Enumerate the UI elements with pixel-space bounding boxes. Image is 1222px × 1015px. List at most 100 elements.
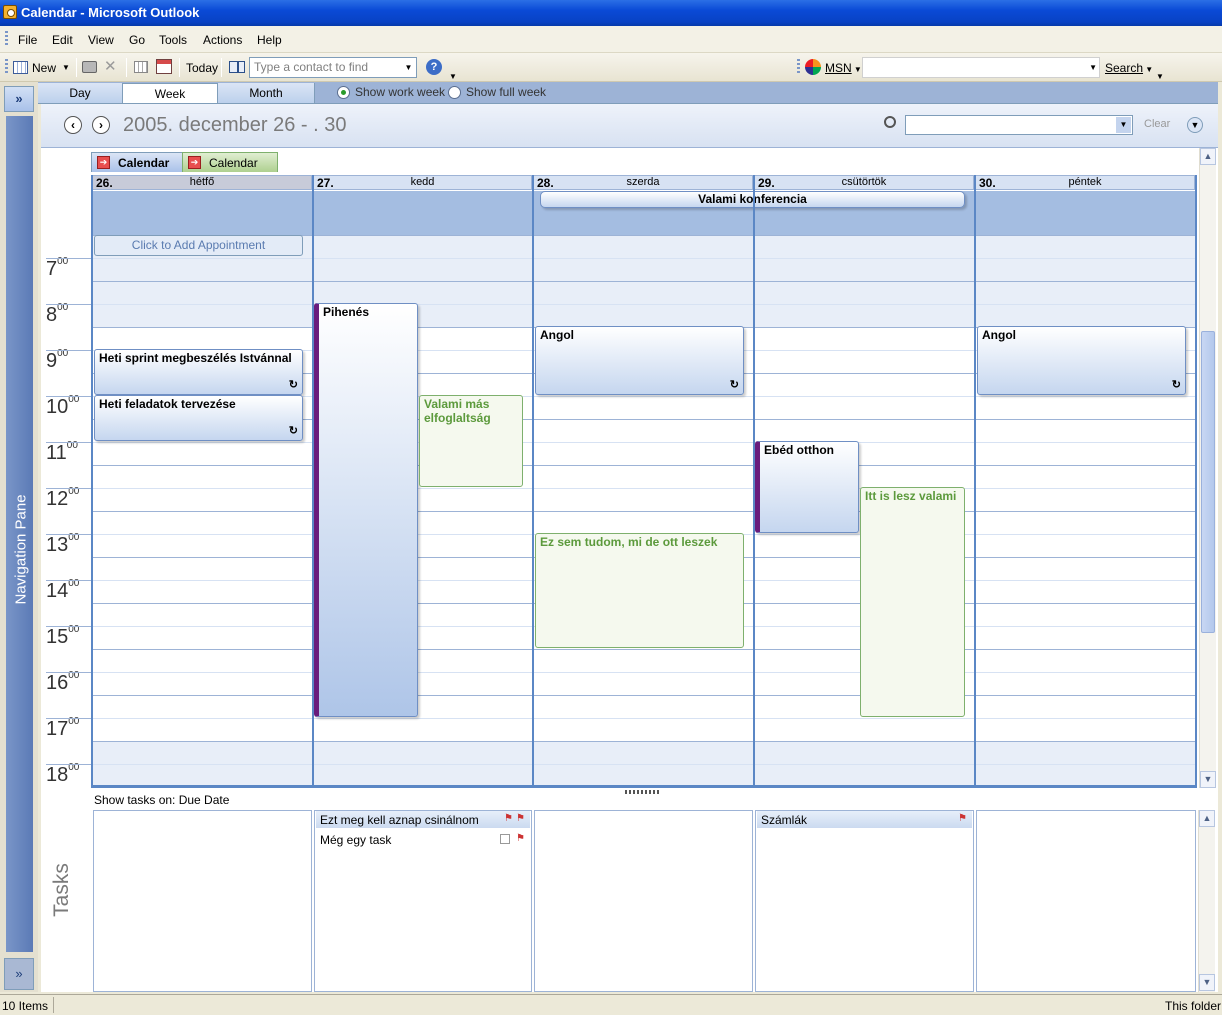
- time-slot[interactable]: [92, 304, 1196, 327]
- today-button[interactable]: Today: [186, 58, 218, 78]
- print-icon[interactable]: [82, 61, 97, 73]
- menu-go[interactable]: Go: [129, 33, 145, 47]
- appointment-heti-sprint[interactable]: Heti sprint megbeszélés Istvánnal ↻: [94, 349, 303, 395]
- forward-arrow-icon[interactable]: ›: [92, 116, 110, 134]
- day-header-28[interactable]: 28. szerda: [533, 175, 753, 190]
- task-item[interactable]: Ezt meg kell aznap csinálnom ⚑ ⚑: [316, 811, 530, 829]
- search-icon[interactable]: [884, 116, 896, 128]
- appointment-valami-mas[interactable]: Valami más elfoglaltság: [419, 395, 523, 487]
- time-slot[interactable]: [92, 649, 1196, 672]
- time-slot[interactable]: [92, 764, 1196, 787]
- scroll-thumb[interactable]: [1201, 331, 1215, 633]
- time-slot[interactable]: [92, 511, 1196, 534]
- time-slot[interactable]: [92, 442, 1196, 465]
- clear-button[interactable]: Clear: [1144, 118, 1170, 130]
- new-dropdown-arrow-icon[interactable]: ▼: [62, 58, 70, 78]
- expand-navigation-pane-button[interactable]: »: [4, 86, 34, 112]
- calendar-tab-secondary[interactable]: ➔ Calendar: [182, 152, 278, 172]
- task-item[interactable]: Még egy task ⚑: [316, 831, 530, 849]
- navigation-pane-bar[interactable]: Navigation Pane: [6, 116, 33, 952]
- task-checkbox[interactable]: [500, 834, 510, 844]
- menu-grip[interactable]: [5, 31, 8, 47]
- time-slot[interactable]: [92, 672, 1196, 695]
- search-dropdown-icon[interactable]: ▼: [1116, 117, 1131, 133]
- address-book-icon[interactable]: [229, 61, 245, 73]
- show-full-week-radio[interactable]: [448, 86, 461, 99]
- menu-actions[interactable]: Actions: [203, 33, 242, 47]
- day-header-27[interactable]: 27. kedd: [313, 175, 532, 190]
- calendar-overlay-arrow-icon[interactable]: ➔: [188, 156, 201, 169]
- time-slot[interactable]: [92, 258, 1196, 281]
- msn-button[interactable]: MSN ▼: [825, 58, 862, 78]
- menu-tools[interactable]: Tools: [159, 33, 187, 47]
- scroll-down-icon[interactable]: ▼: [1199, 974, 1215, 991]
- time-slot[interactable]: [92, 281, 1196, 304]
- appointment-itt-is-lesz[interactable]: Itt is lesz valami: [860, 487, 965, 717]
- time-slot[interactable]: [92, 718, 1196, 741]
- search-button[interactable]: Search ▼: [1105, 58, 1153, 78]
- delete-icon[interactable]: ✕: [104, 57, 117, 77]
- toolbar-grip[interactable]: [5, 59, 8, 75]
- contact-search-placeholder: Type a contact to find: [254, 60, 369, 74]
- appointment-pihenes[interactable]: Pihenés: [314, 303, 418, 717]
- time-slot[interactable]: [92, 695, 1196, 718]
- msn-toolbar-grip[interactable]: [797, 59, 800, 75]
- tab-month[interactable]: Month: [218, 83, 315, 103]
- time-grid[interactable]: [92, 235, 1196, 787]
- appointment-title: Ebéd otthon: [764, 443, 834, 457]
- msn-search-dropdown-icon[interactable]: ▼: [1089, 58, 1097, 78]
- expand-query-builder-icon[interactable]: ▼: [1187, 117, 1203, 133]
- task-item[interactable]: Számlák ⚑: [757, 811, 972, 829]
- view-grid-icon[interactable]: [134, 61, 148, 73]
- calendar-overlay-arrow-icon[interactable]: ➔: [97, 156, 110, 169]
- task-column-29[interactable]: Számlák ⚑: [755, 810, 974, 992]
- calendar-search-input[interactable]: ▼: [905, 115, 1133, 135]
- task-column-28[interactable]: [534, 810, 753, 992]
- menu-help[interactable]: Help: [257, 33, 282, 47]
- task-column-27[interactable]: Ezt meg kell aznap csinálnom ⚑ ⚑ Még egy t…: [314, 810, 532, 992]
- time-slot[interactable]: [92, 465, 1196, 488]
- menu-file[interactable]: File: [18, 33, 37, 47]
- scroll-up-icon[interactable]: ▲: [1199, 810, 1215, 827]
- appointment-angol-pentek[interactable]: Angol ↻: [977, 326, 1186, 395]
- contact-dropdown-arrow-icon[interactable]: ▼: [401, 58, 416, 77]
- day-header-26[interactable]: 26. hétfő: [92, 175, 312, 190]
- flag-icon[interactable]: ⚑: [504, 814, 514, 824]
- calendar-scrollbar[interactable]: ▲ ▼: [1199, 148, 1216, 788]
- day-header-29[interactable]: 29. csütörtök: [754, 175, 974, 190]
- task-column-30[interactable]: [976, 810, 1196, 992]
- scroll-down-icon[interactable]: ▼: [1200, 771, 1216, 788]
- tasks-scrollbar[interactable]: ▲ ▼: [1198, 810, 1215, 992]
- configure-buttons-button[interactable]: »: [4, 958, 34, 990]
- back-arrow-icon[interactable]: ‹: [64, 116, 82, 134]
- time-slot[interactable]: [92, 488, 1196, 511]
- resize-handle[interactable]: [625, 790, 661, 794]
- appointment-angol-szerda[interactable]: Angol ↻: [535, 326, 744, 395]
- scroll-up-icon[interactable]: ▲: [1200, 148, 1216, 165]
- contact-search-input[interactable]: Type a contact to find ▼: [249, 57, 417, 78]
- menu-view[interactable]: View: [88, 33, 114, 47]
- help-icon[interactable]: ?: [426, 59, 442, 75]
- appointment-heti-feladatok[interactable]: Heti feladatok tervezése ↻: [94, 395, 303, 441]
- hour-number: 9: [46, 350, 58, 372]
- tab-week[interactable]: Week: [123, 83, 218, 103]
- flag-icon[interactable]: ⚑: [516, 834, 526, 844]
- msn-dropdown-arrow-icon[interactable]: ▼: [852, 65, 862, 74]
- task-column-26[interactable]: [93, 810, 312, 992]
- day-header-30[interactable]: 30. péntek: [975, 175, 1195, 190]
- tab-day[interactable]: Day: [38, 83, 123, 103]
- flag-icon[interactable]: ⚑: [516, 814, 526, 824]
- menu-edit[interactable]: Edit: [52, 33, 73, 47]
- new-button[interactable]: New ▼: [13, 58, 73, 78]
- click-to-add-appointment[interactable]: Click to Add Appointment: [94, 235, 303, 256]
- appointment-ebed-otthon[interactable]: Ebéd otthon: [755, 441, 859, 533]
- tasks-header[interactable]: Show tasks on: Due Date: [94, 793, 229, 807]
- appointment-ez-sem-tudom[interactable]: Ez sem tudom, mi de ott leszek: [535, 533, 744, 648]
- flag-icon[interactable]: ⚑: [958, 814, 968, 824]
- calendar-tab-primary[interactable]: ➔ Calendar: [91, 152, 183, 172]
- search-dropdown-arrow-icon[interactable]: ▼: [1143, 65, 1153, 74]
- address-card-icon[interactable]: [156, 59, 172, 74]
- time-slot[interactable]: [92, 741, 1196, 764]
- show-work-week-radio[interactable]: [337, 86, 350, 99]
- msn-search-input[interactable]: ▼: [862, 57, 1100, 78]
